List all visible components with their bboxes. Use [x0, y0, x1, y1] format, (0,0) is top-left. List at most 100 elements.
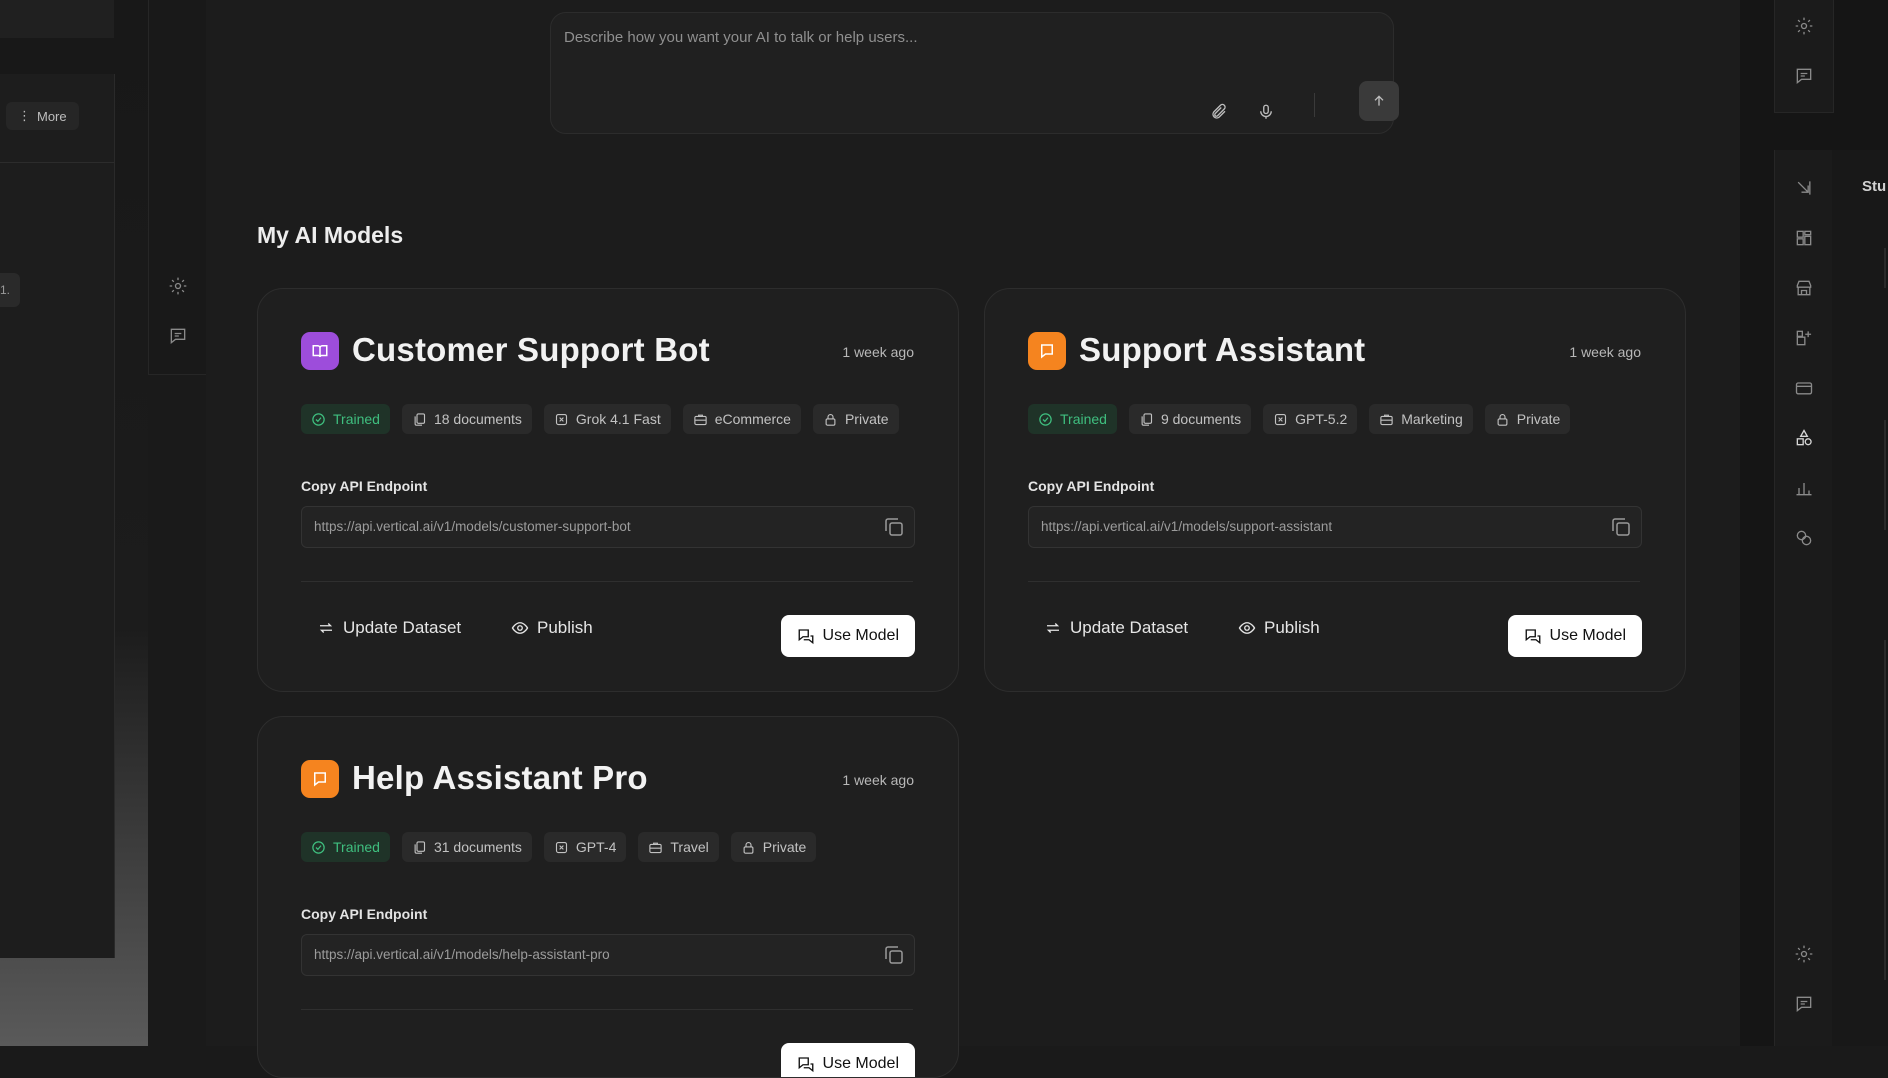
category-badge: eCommerce: [682, 404, 801, 434]
category-badge: Travel: [638, 832, 719, 862]
chip-icon: [555, 841, 567, 853]
book-open-icon: [301, 332, 339, 370]
prompt-box[interactable]: Describe how you want your AI to talk or…: [550, 12, 1399, 134]
chat-bubble-icon: [1028, 332, 1066, 370]
message-icon[interactable]: [168, 326, 188, 346]
card-divider: [1028, 581, 1640, 582]
endpoint-label: Copy API Endpoint: [1028, 478, 1155, 494]
right-rail: [1774, 150, 1834, 1046]
right-panel-edge: [1884, 420, 1886, 530]
publish-button[interactable]: Publish: [511, 608, 593, 648]
eye-icon: [1238, 622, 1256, 634]
model-updated-time: 1 week ago: [842, 772, 914, 788]
card-divider: [301, 1009, 913, 1010]
dashboard-icon[interactable]: [1794, 228, 1814, 248]
refresh-icon: [319, 623, 333, 633]
send-button[interactable]: [1359, 81, 1399, 121]
left-panel-stub[interactable]: 1.: [0, 273, 20, 307]
copy-icon[interactable]: [882, 515, 906, 539]
documents-badge: 18 documents: [401, 404, 532, 434]
secondary-rail: [148, 0, 208, 375]
gear-icon[interactable]: [168, 276, 188, 296]
use-model-button[interactable]: Use Model: [780, 1043, 915, 1077]
card-icon[interactable]: [1794, 378, 1814, 398]
model-title[interactable]: Support Assistant: [1079, 331, 1365, 369]
documents-icon: [414, 412, 426, 426]
lock-icon: [743, 841, 754, 854]
chat-bubbles-icon: [798, 629, 813, 645]
lock-icon: [1497, 413, 1508, 426]
update-dataset-button[interactable]: Update Dataset: [317, 608, 461, 648]
documents-badge: 9 documents: [1128, 404, 1252, 434]
endpoint-label: Copy API Endpoint: [301, 906, 428, 922]
status-badge: Trained: [301, 832, 390, 862]
store-icon[interactable]: [1794, 278, 1814, 298]
more-button[interactable]: ⋮ More: [6, 102, 79, 130]
status-badge: Trained: [1028, 404, 1117, 434]
right-panel-edge: [1884, 640, 1886, 980]
model-title[interactable]: Customer Support Bot: [352, 331, 710, 369]
endpoint-url[interactable]: https://api.vertical.ai/v1/models/suppor…: [1041, 519, 1332, 534]
copy-icon[interactable]: [1609, 515, 1633, 539]
check-circle-icon: [312, 840, 325, 854]
model-updated-time: 1 week ago: [842, 344, 914, 360]
shapes-icon[interactable]: [1794, 428, 1814, 448]
base-model-badge: GPT-5.2: [1263, 404, 1358, 434]
check-circle-icon: [1039, 412, 1052, 426]
microphone-icon[interactable]: [1255, 101, 1277, 123]
message-icon[interactable]: [1794, 994, 1814, 1014]
gear-icon[interactable]: [1794, 16, 1814, 36]
chat-bubble-icon: [301, 760, 339, 798]
model-title[interactable]: Help Assistant Pro: [352, 759, 648, 797]
left-panel-divider: [0, 162, 114, 163]
base-model-badge: GPT-4: [543, 832, 627, 862]
collapse-arrow-icon[interactable]: [1794, 178, 1814, 198]
section-title: My AI Models: [257, 222, 404, 248]
visibility-badge: Private: [730, 832, 817, 862]
use-model-button[interactable]: Use Model: [780, 615, 915, 657]
visibility-badge: Private: [812, 404, 899, 434]
apps-add-icon[interactable]: [1794, 328, 1814, 348]
left-panel: [0, 74, 115, 958]
briefcase-icon: [1380, 414, 1393, 425]
briefcase-icon: [694, 414, 707, 425]
endpoint-field[interactable]: https://api.vertical.ai/v1/models/help-a…: [301, 934, 915, 976]
chip-icon: [555, 413, 567, 425]
visibility-badge: Private: [1484, 404, 1571, 434]
model-updated-time: 1 week ago: [1569, 344, 1641, 360]
copy-icon[interactable]: [882, 943, 906, 967]
category-badge: Marketing: [1369, 404, 1473, 434]
right-rail-top: [1774, 0, 1834, 113]
right-panel: [1832, 150, 1888, 1046]
paperclip-icon[interactable]: [1208, 101, 1230, 123]
card-divider: [301, 581, 913, 582]
model-card: Help Assistant Pro 1 week ago Trained 31…: [257, 716, 959, 1078]
arrow-up-icon: [1374, 95, 1384, 106]
chip-icon: [1275, 413, 1287, 425]
endpoint-field[interactable]: https://api.vertical.ai/v1/models/custom…: [301, 506, 915, 548]
model-card: Customer Support Bot 1 week ago Trained …: [257, 288, 959, 692]
base-model-badge: Grok 4.1 Fast: [543, 404, 671, 434]
refresh-icon: [1046, 623, 1060, 633]
bar-chart-icon[interactable]: [1794, 478, 1814, 498]
chat-bubbles-icon: [798, 1057, 813, 1073]
endpoint-url[interactable]: https://api.vertical.ai/v1/models/custom…: [314, 519, 631, 534]
more-button-label: More: [37, 108, 67, 124]
left-top-bar: [0, 0, 114, 38]
model-tags: Trained 31 documents GPT-4 Travel Privat…: [301, 832, 817, 862]
chat-bubbles-icon: [1525, 629, 1540, 645]
more-vertical-icon: ⋮: [18, 108, 31, 123]
eye-icon: [511, 622, 529, 634]
documents-icon: [1141, 412, 1153, 426]
prompt-placeholder[interactable]: Describe how you want your AI to talk or…: [564, 29, 918, 46]
endpoint-url[interactable]: https://api.vertical.ai/v1/models/help-a…: [314, 947, 610, 962]
briefcase-icon: [649, 842, 663, 853]
model-card: Support Assistant 1 week ago Trained 9 d…: [984, 288, 1686, 692]
publish-button[interactable]: Publish: [1238, 608, 1320, 648]
coins-icon[interactable]: [1794, 528, 1814, 548]
endpoint-field[interactable]: https://api.vertical.ai/v1/models/suppor…: [1028, 506, 1642, 548]
message-icon[interactable]: [1794, 66, 1814, 86]
use-model-button[interactable]: Use Model: [1507, 615, 1642, 657]
gear-icon[interactable]: [1794, 944, 1814, 964]
update-dataset-button[interactable]: Update Dataset: [1044, 608, 1188, 648]
